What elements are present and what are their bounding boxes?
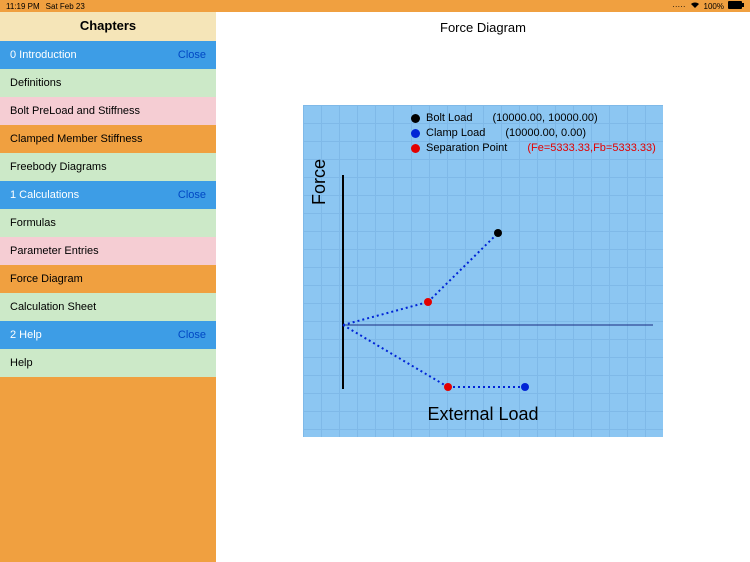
close-button[interactable]: Close: [178, 329, 206, 341]
separation-point-upper: [424, 298, 432, 306]
sidebar-item-calculation-sheet[interactable]: Calculation Sheet: [0, 293, 216, 321]
sidebar-item-label: Definitions: [10, 77, 61, 89]
wifi-icon: [690, 1, 700, 11]
force-diagram-chart: Bolt Load (10000.00, 10000.00) Clamp Loa…: [303, 105, 663, 437]
battery-icon: [728, 1, 744, 11]
chart-svg: [303, 105, 663, 437]
sidebar-item-label: Calculation Sheet: [10, 301, 96, 313]
status-time: 11:19 PM: [6, 2, 40, 11]
cell-dots-icon: ·····: [672, 2, 685, 11]
sidebar-item-0-introduction[interactable]: 0 Introduction Close: [0, 41, 216, 69]
sidebar-item-label: 2 Help: [10, 329, 42, 341]
page-title: Force Diagram: [216, 12, 750, 45]
clamp-line-seg1: [343, 325, 448, 387]
clamp-load-point: [521, 383, 529, 391]
sidebar-item-clamped-member-stiffness[interactable]: Clamped Member Stiffness: [0, 125, 216, 153]
separation-point-lower: [444, 383, 452, 391]
sidebar-item-parameter-entries[interactable]: Parameter Entries: [0, 237, 216, 265]
close-button[interactable]: Close: [178, 189, 206, 201]
sidebar-item-formulas[interactable]: Formulas: [0, 209, 216, 237]
sidebar-item-label: 0 Introduction: [10, 49, 77, 61]
bolt-load-point: [494, 229, 502, 237]
sidebar-item-freebody-diagrams[interactable]: Freebody Diagrams: [0, 153, 216, 181]
sidebar-item-2-help[interactable]: 2 Help Close: [0, 321, 216, 349]
sidebar-item-label: Freebody Diagrams: [10, 161, 107, 173]
status-bar: 11:19 PM Sat Feb 23 ····· 100%: [0, 0, 750, 12]
sidebar-item-label: Parameter Entries: [10, 245, 99, 257]
bolt-line-seg2: [428, 233, 498, 302]
sidebar-item-label: 1 Calculations: [10, 189, 79, 201]
sidebar-item-1-calculations[interactable]: 1 Calculations Close: [0, 181, 216, 209]
sidebar-item-help[interactable]: Help: [0, 349, 216, 377]
sidebar-item-label: Help: [10, 357, 33, 369]
sidebar: Chapters 0 Introduction Close Definitions B…: [0, 12, 216, 562]
sidebar-item-label: Bolt PreLoad and Stiffness: [10, 105, 140, 117]
sidebar-item-label: Formulas: [10, 217, 56, 229]
main-panel: Force Diagram Bolt Load (10000.00, 10000…: [216, 12, 750, 562]
status-date: Sat Feb 23: [46, 2, 85, 11]
sidebar-item-force-diagram[interactable]: Force Diagram: [0, 265, 216, 293]
sidebar-item-label: Force Diagram: [10, 273, 83, 285]
battery-percent: 100%: [704, 2, 724, 11]
sidebar-item-bolt-preload-and-stiffness[interactable]: Bolt PreLoad and Stiffness: [0, 97, 216, 125]
close-button[interactable]: Close: [178, 49, 206, 61]
bolt-line-seg1: [343, 302, 428, 325]
sidebar-item-definitions[interactable]: Definitions: [0, 69, 216, 97]
sidebar-item-label: Clamped Member Stiffness: [10, 133, 142, 145]
sidebar-title: Chapters: [0, 12, 216, 41]
